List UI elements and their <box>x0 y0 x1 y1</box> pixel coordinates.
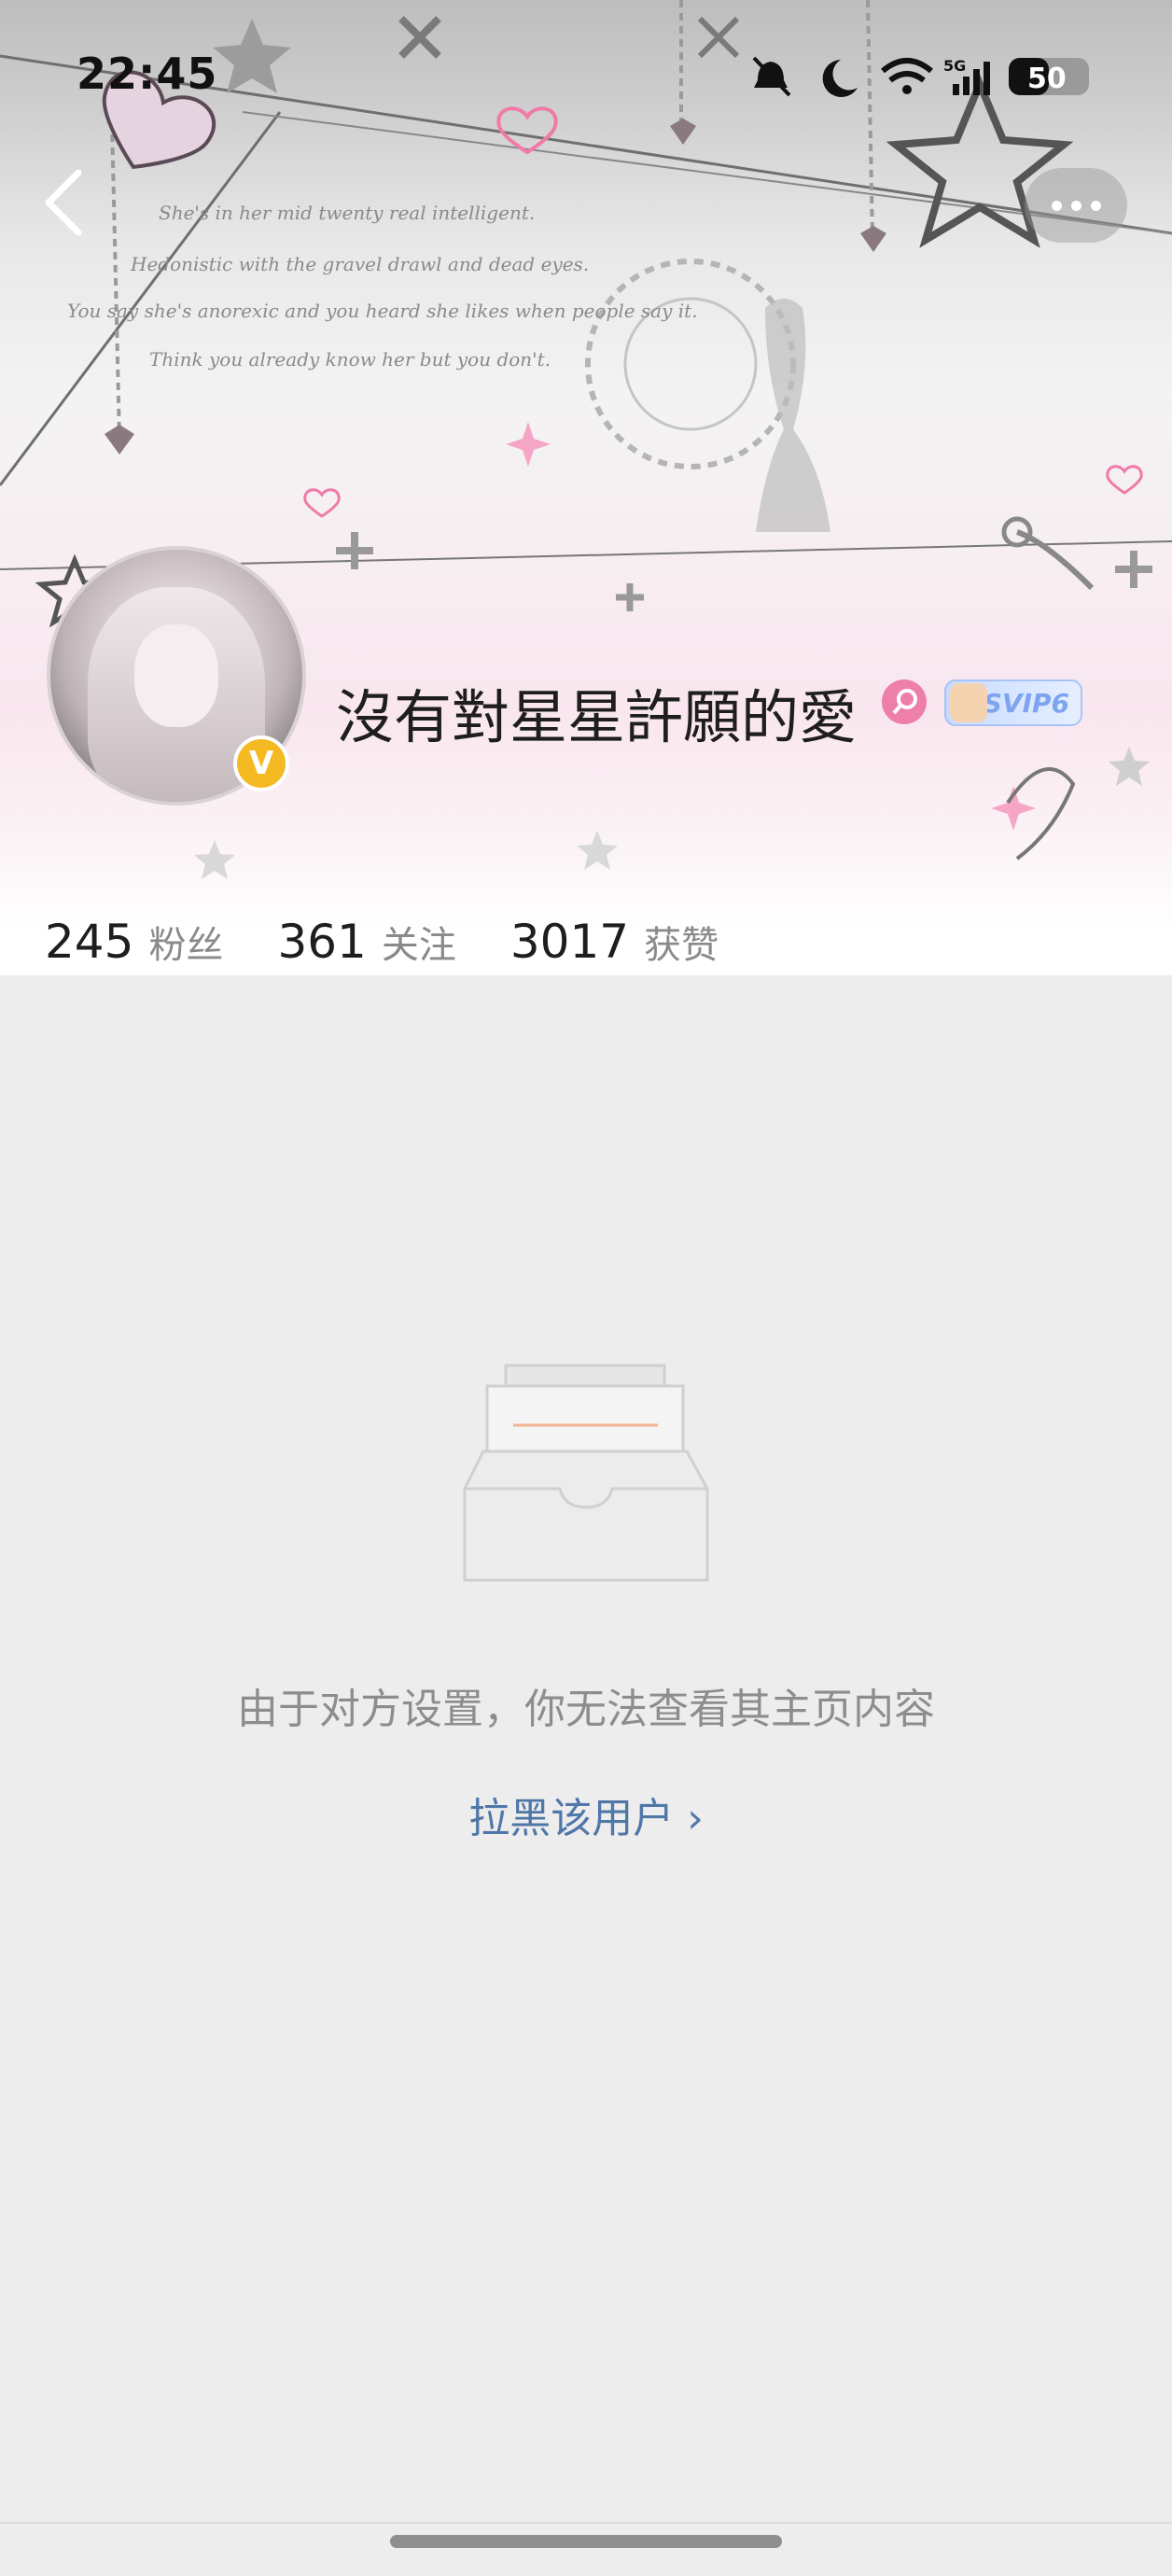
banner-decoration: She's in her mid twenty real intelligent… <box>0 0 1172 879</box>
network-label: 5G <box>943 57 966 75</box>
svg-text:Hedonistic with the gravel dra: Hedonistic with the gravel drawl and dea… <box>130 253 589 275</box>
battery-icon: 50 <box>1009 58 1089 95</box>
vip-mascot-icon <box>950 683 987 722</box>
svg-text:Think you already know her but: Think you already know her but you don't… <box>149 348 551 371</box>
empty-state-message: 由于对方设置，你无法查看其主页内容 <box>237 1686 935 1733</box>
female-icon <box>882 679 927 724</box>
verified-badge: V <box>233 735 289 791</box>
status-time: 22:45 <box>77 49 218 99</box>
moon-icon <box>822 60 858 97</box>
followers-label: 粉丝 <box>148 924 224 967</box>
likes-count: 3017 <box>509 915 630 969</box>
username: 沒有對星星許願的愛 <box>336 683 858 751</box>
vip-badge[interactable]: SVIP6 <box>944 679 1082 726</box>
status-icons: 5G 50 <box>752 56 1089 97</box>
mute-bell-icon <box>752 56 791 97</box>
followers-count: 245 <box>45 915 134 969</box>
stat-followers[interactable]: 245 粉丝 <box>45 915 223 969</box>
svg-text:You say she's anorexic and you: You say she's anorexic and you heard she… <box>67 300 698 322</box>
more-dot-icon <box>1051 200 1062 211</box>
svg-text:50: 50 <box>1027 63 1067 95</box>
stat-following[interactable]: 361 关注 <box>277 915 455 969</box>
chevron-left-icon <box>45 169 82 236</box>
likes-label: 获赞 <box>644 924 719 967</box>
profile-stats: 245 粉丝 361 关注 3017 获赞 <box>45 915 719 969</box>
svg-text:She's in her mid twenty real i: She's in her mid twenty real intelligent… <box>159 202 535 224</box>
following-label: 关注 <box>381 924 456 967</box>
following-count: 361 <box>277 915 367 969</box>
block-user-link[interactable]: 拉黑该用户 › <box>0 1785 1172 1844</box>
back-button[interactable] <box>32 163 97 238</box>
more-options-button[interactable] <box>1025 168 1127 243</box>
profile-banner: She's in her mid twenty real intelligent… <box>0 0 1172 975</box>
vip-level-label: SVIP6 <box>983 687 1069 719</box>
divider <box>0 2522 1172 2524</box>
stat-likes[interactable]: 3017 获赞 <box>510 915 719 969</box>
home-indicator[interactable] <box>390 2535 782 2548</box>
more-dot-icon <box>1090 200 1101 211</box>
empty-box-icon <box>463 1364 709 1582</box>
more-dot-icon <box>1070 200 1081 211</box>
wifi-icon <box>881 58 933 94</box>
